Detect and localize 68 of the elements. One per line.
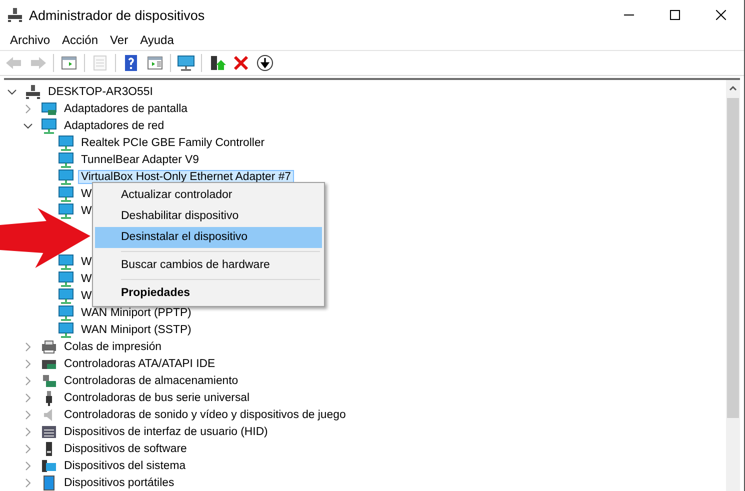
tree-item[interactable]: WAN Miniport (SSTP): [78, 322, 194, 336]
monitor-icon: [41, 100, 57, 116]
down-arrow-icon[interactable]: [254, 52, 276, 74]
maximize-icon: [670, 10, 680, 20]
app-icon: [7, 7, 23, 23]
tree-item[interactable]: W: [78, 204, 95, 218]
scrollbar[interactable]: [726, 80, 740, 491]
tree-item[interactable]: Controladoras de bus serie universal: [61, 390, 253, 404]
menu-item[interactable]: Propiedades: [95, 283, 322, 304]
tree-item[interactable]: Dispositivos de software: [61, 442, 190, 456]
expand-chevron-icon[interactable]: [23, 478, 33, 488]
expand-chevron-icon[interactable]: [23, 104, 33, 114]
close-icon: [716, 10, 726, 20]
menu-item[interactable]: Acción: [56, 33, 104, 47]
scroll-up-icon[interactable]: [729, 85, 737, 91]
tree-item[interactable]: W: [78, 186, 95, 200]
tree-item[interactable]: WAN Miniport (PPTP): [78, 306, 194, 320]
monitor-icon: [58, 186, 74, 202]
computer-icon: [25, 84, 41, 100]
tree-item[interactable]: Dispositivos de interfaz de usuario (HID): [61, 424, 271, 438]
menu-item[interactable]: Deshabilitar dispositivo: [95, 206, 322, 227]
tree-item[interactable]: Controladoras de sonido y vídeo y dispositivos de juego: [61, 408, 349, 422]
expand-chevron-icon[interactable]: [23, 444, 33, 454]
expand-chevron-icon[interactable]: [23, 342, 33, 352]
tree-item[interactable]: TunnelBear Adapter V9: [78, 152, 202, 166]
menu-item[interactable]: Archivo: [4, 33, 56, 47]
keyboard-icon: [41, 424, 57, 440]
printer-icon: [41, 338, 57, 354]
monitor-icon: [58, 288, 74, 304]
tree-item[interactable]: DESKTOP-AR3O55I: [45, 84, 156, 98]
menu-item[interactable]: Actualizar controlador: [95, 185, 322, 206]
tree-item[interactable]: W: [78, 254, 95, 268]
window-title: Administrador de dispositivos: [29, 8, 206, 22]
monitor-icon: [58, 254, 74, 270]
monitor-icon: [58, 152, 74, 168]
expand-chevron-icon[interactable]: [23, 358, 33, 368]
tree-item[interactable]: VirtualBox Host-Only Ethernet Adapter #7: [78, 170, 294, 184]
tree-item[interactable]: Colas de impresión: [61, 340, 164, 354]
monitor-icon: [58, 304, 74, 320]
menu-item[interactable]: Desinstalar el dispositivo: [95, 227, 322, 248]
collapse-chevron-icon[interactable]: [7, 86, 17, 96]
tree-item[interactable]: Dispositivos del sistema: [61, 458, 189, 472]
expand-chevron-icon[interactable]: [23, 392, 33, 402]
menu-item[interactable]: Ayuda: [134, 33, 180, 47]
monitor-icon: [58, 134, 74, 150]
menu-item[interactable]: Ver: [104, 33, 134, 47]
tree-item[interactable]: Adaptadores de pantalla: [61, 102, 190, 116]
expand-chevron-icon[interactable]: [23, 410, 33, 420]
folder-monitor-icon: [41, 458, 57, 474]
scroll-thumb[interactable]: [727, 98, 739, 418]
monitor-icon: [41, 118, 57, 134]
monitor-icon: [58, 202, 74, 218]
tree-item[interactable]: Realtek PCIe GBE Family Controller: [78, 136, 268, 150]
monitor-icon: [58, 322, 74, 338]
tree-item[interactable]: W: [78, 272, 95, 286]
tree-item[interactable]: W: [78, 288, 95, 302]
menu-item[interactable]: Buscar cambios de hardware: [95, 255, 322, 276]
expand-chevron-icon[interactable]: [23, 460, 33, 470]
monitor-icon: [58, 270, 74, 286]
tree-item[interactable]: Adaptadores de red: [61, 118, 168, 132]
tree-item[interactable]: Dispositivos portátiles: [61, 476, 178, 490]
collapse-chevron-icon[interactable]: [23, 120, 33, 130]
tree-item[interactable]: Controladoras de almacenamiento: [61, 374, 242, 388]
tree-item[interactable]: Controladoras ATA/ATAPI IDE: [61, 356, 218, 370]
expand-chevron-icon[interactable]: [23, 376, 33, 386]
expand-chevron-icon[interactable]: [23, 426, 33, 436]
storage-icon: [41, 372, 57, 388]
monitor-icon: [58, 168, 74, 184]
